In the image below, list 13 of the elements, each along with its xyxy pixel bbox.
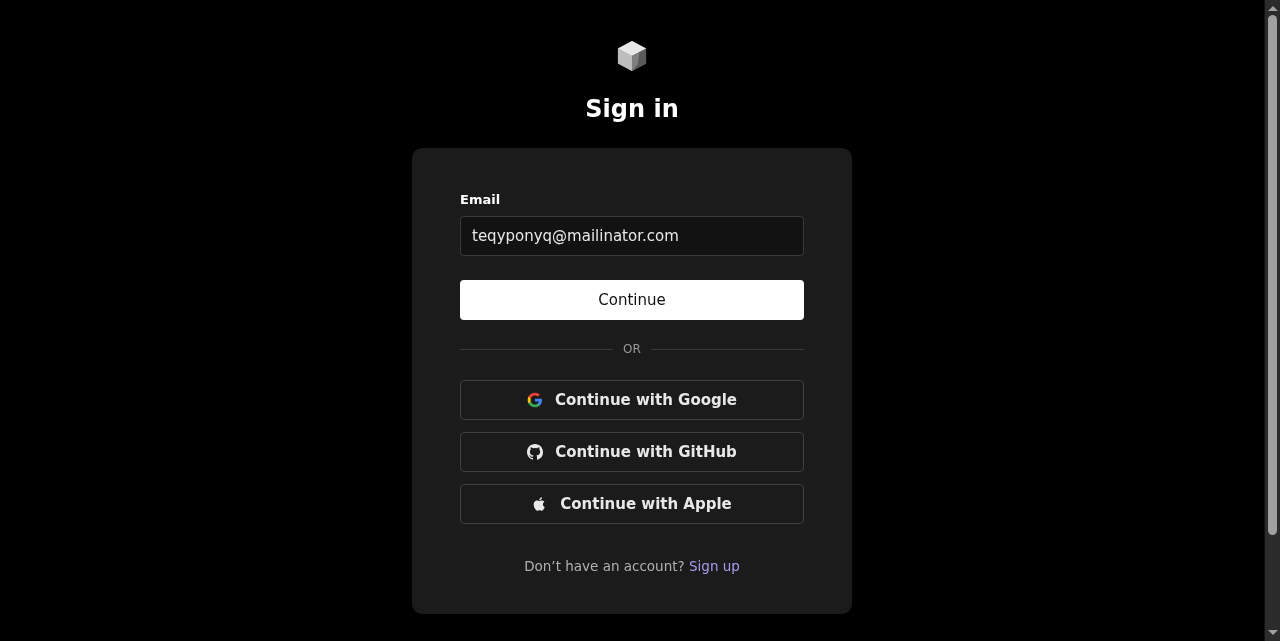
page-title: Sign in [585,94,679,124]
social-sign-in-button[interactable]: Continue with Apple [460,484,804,524]
social-sign-in-button[interactable]: Continue with GitHub [460,432,804,472]
field-label: Email [460,192,501,207]
social-sign-in-button[interactable]: Continue with Google [460,380,804,420]
email-field[interactable]: teqyponyq@mailinator.com [460,216,804,256]
google-icon [526,392,543,408]
sign-up-prompt: Don’t have an account? Sign up [523,558,741,574]
cube-logo-icon [617,40,647,72]
continue-button[interactable]: Continue [460,280,804,320]
github-icon [527,444,544,460]
sign-up-link[interactable]: Sign up [689,558,740,574]
divider-text: OR [623,342,641,356]
